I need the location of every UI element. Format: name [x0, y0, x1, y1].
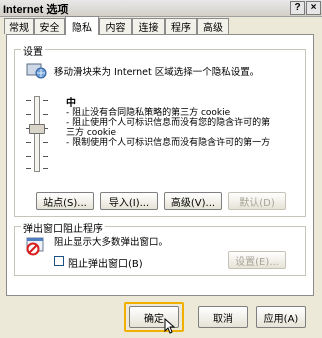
advanced-button[interactable]: 高级(V)... — [164, 192, 222, 210]
tab-general[interactable]: 常规 — [4, 18, 34, 34]
slider-tick — [43, 156, 48, 157]
slider-tick — [43, 142, 48, 143]
slider-tick — [26, 168, 31, 169]
privacy-description-line: - 阻止使用个人可标识信息而没有您的隐含许可的第 — [66, 118, 271, 128]
tab-programs-label: 程序 — [171, 23, 191, 34]
cancel-button-label: 取消 — [213, 313, 233, 325]
popup-blocker-icon — [26, 237, 44, 256]
help-icon: ? — [294, 2, 301, 13]
privacy-level-title: 中 — [66, 98, 76, 109]
cancel-button[interactable]: 取消 — [198, 306, 248, 328]
advanced-button-label: 高级(V)... — [170, 197, 216, 209]
title-bar[interactable]: Internet 选项 ? × — [0, 0, 322, 17]
privacy-description-line: 三方 cookie — [66, 128, 117, 138]
mouse-cursor-icon — [164, 318, 176, 334]
tab-connections[interactable]: 连接 — [132, 18, 165, 34]
slider-tick — [43, 114, 48, 115]
tab-security[interactable]: 安全 — [34, 18, 65, 34]
block-popups-label: 阻止弹出窗口(B) — [68, 259, 143, 270]
slider-tick — [26, 142, 31, 143]
tab-programs[interactable]: 程序 — [165, 18, 197, 34]
tab-advanced-label: 高级 — [203, 23, 223, 34]
popup-settings-button-label: 设置(E)... — [235, 256, 279, 268]
privacy-description-line: - 限制使用个人可标识信息而没有隐含许可的第一方 — [66, 138, 271, 148]
close-button[interactable]: × — [306, 1, 321, 15]
tab-connections-label: 连接 — [138, 23, 159, 34]
tab-security-label: 安全 — [39, 23, 60, 34]
apply-button[interactable]: 应用(A) — [256, 306, 306, 328]
close-icon: × — [310, 2, 317, 13]
apply-button-label: 应用(A) — [263, 313, 299, 325]
popup-blocker-description: 阻止显示大多数弹出窗口。 — [54, 237, 169, 248]
window-title: Internet 选项 — [3, 4, 69, 16]
sites-button[interactable]: 站点(S)... — [36, 192, 94, 210]
settings-group-label: 设置 — [21, 43, 45, 58]
slider-tick — [26, 156, 31, 157]
sites-button-label: 站点(S)... — [43, 197, 87, 209]
privacy-description-line: - 阻止没有合同隐私策略的第三方 cookie — [66, 108, 231, 118]
ok-button-label: 确定 — [144, 313, 164, 325]
tab-privacy[interactable]: 隐私 — [65, 16, 99, 35]
tab-content-label: 内容 — [105, 23, 126, 34]
slider-tick — [26, 114, 31, 115]
slider-tick — [26, 100, 31, 101]
slider-tick — [43, 100, 48, 101]
popup-settings-button[interactable]: 设置(E)... — [228, 251, 286, 269]
import-button[interactable]: 导入(I)... — [100, 192, 158, 210]
help-button[interactable]: ? — [290, 1, 305, 15]
privacy-level-slider-thumb[interactable] — [29, 124, 45, 134]
block-popups-checkbox[interactable] — [54, 256, 64, 266]
privacy-level-slider-track[interactable] — [34, 96, 40, 172]
default-button[interactable]: 默认(D) — [228, 192, 286, 210]
tab-privacy-label: 隐私 — [72, 22, 92, 34]
privacy-instruction: 移动滑块来为 Internet 区域选择一个隐私设置。 — [54, 67, 260, 78]
slider-tick — [43, 168, 48, 169]
import-button-label: 导入(I)... — [108, 197, 150, 209]
popup-blocker-group-label: 弹出窗口阻止程序 — [21, 220, 105, 235]
tab-advanced[interactable]: 高级 — [197, 18, 229, 34]
default-button-label: 默认(D) — [239, 197, 275, 209]
tab-general-label: 常规 — [9, 23, 29, 34]
privacy-globe-icon — [26, 63, 47, 79]
tab-content[interactable]: 内容 — [99, 18, 132, 34]
